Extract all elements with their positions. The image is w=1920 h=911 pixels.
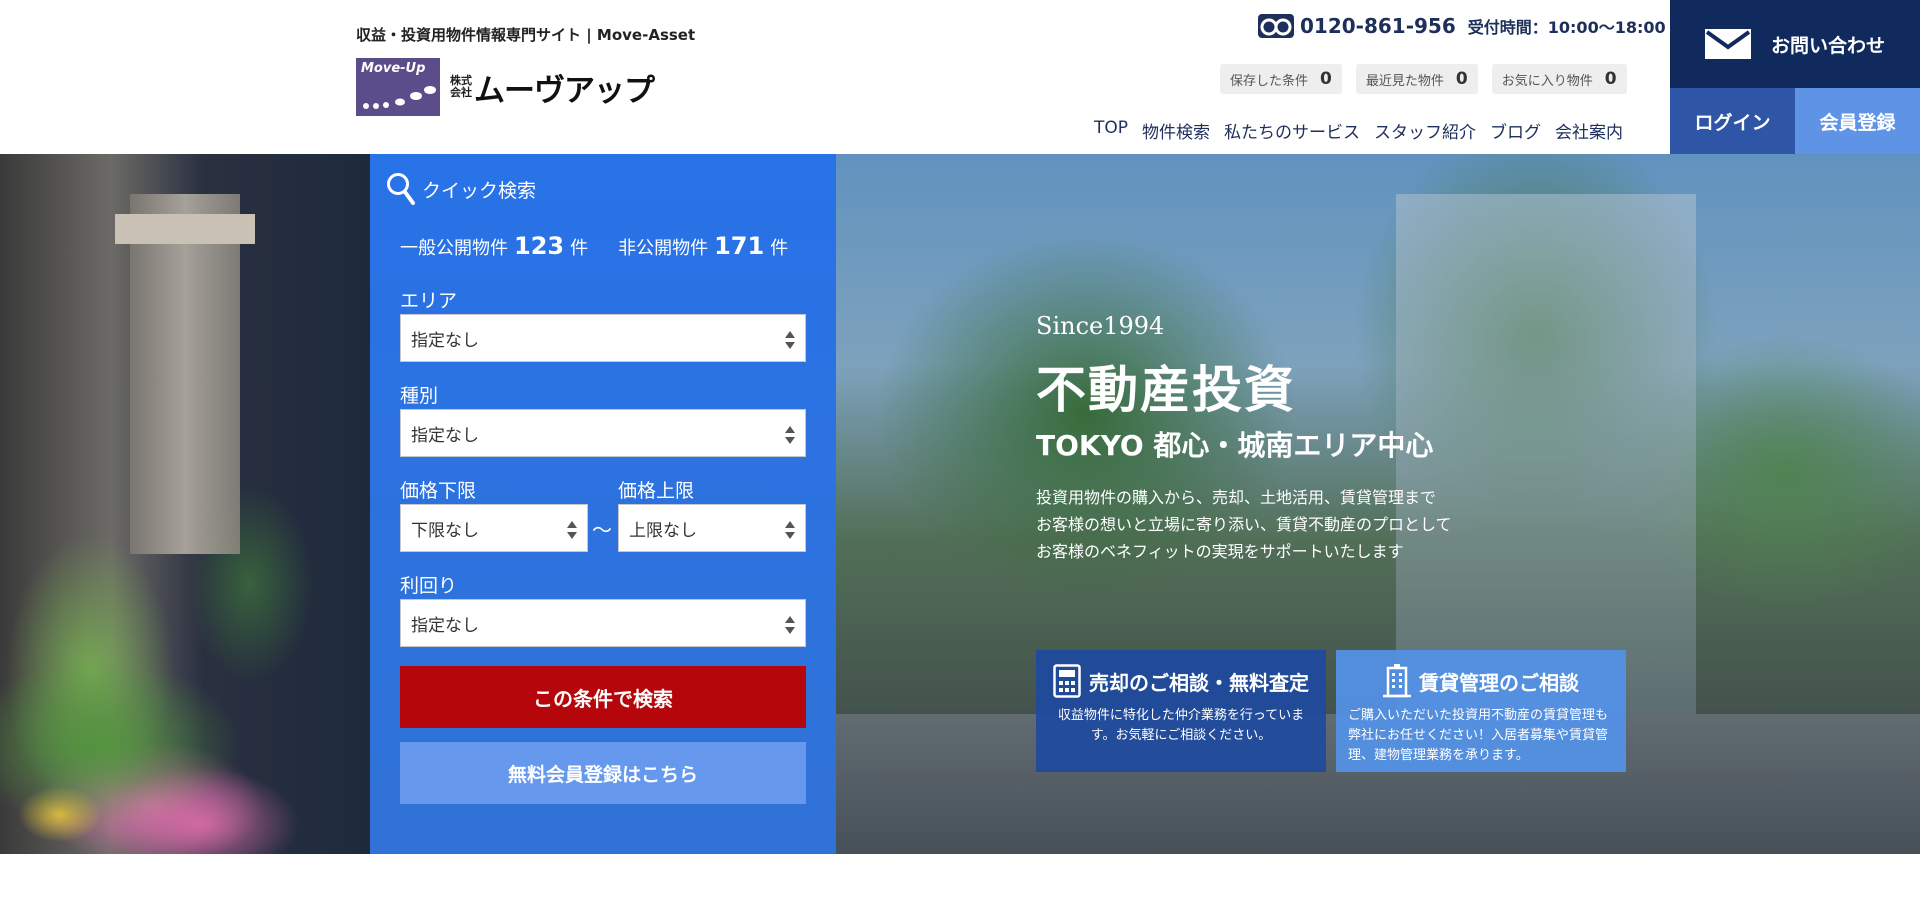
type-label: 種別	[400, 385, 439, 407]
nav-blog[interactable]: ブログ	[1490, 118, 1541, 143]
login-button[interactable]: ログイン	[1670, 88, 1795, 154]
photo-flowers	[0, 584, 370, 854]
select-arrows-icon	[785, 521, 795, 539]
select-arrows-icon	[785, 616, 795, 634]
logo-company-name: ムーヴアップ	[474, 72, 655, 109]
area-label: エリア	[400, 290, 458, 312]
freedial-icon	[1258, 14, 1294, 38]
price-max-select[interactable]: 上限なし	[618, 504, 806, 552]
phone-number[interactable]: 0120-861-956	[1300, 14, 1456, 38]
site-tagline: 収益・投資用物件情報専門サイト | Move-Asset	[356, 26, 696, 44]
rental-management-body: ご購入いただいた投資用不動産の賃貸管理も弊社にお任せください！入居者募集や賃貸管…	[1348, 708, 1609, 763]
price-min-label: 価格下限	[400, 480, 477, 502]
nav-company[interactable]: 会社案内	[1555, 118, 1623, 143]
rental-management-title: 賃貸管理のご相談	[1336, 664, 1626, 698]
nav-top[interactable]: TOP	[1094, 118, 1128, 143]
hero-subheading: TOKYO 都心・城南エリア中心	[1036, 429, 1434, 462]
site-header: 収益・投資用物件情報専門サイト | Move-Asset Move-Up 株式 …	[0, 0, 1920, 154]
public-count: 一般公開物件 123 件	[400, 232, 589, 260]
user-counters: 保存した条件 0 最近見た物件 0 お気に入り物件 0	[1220, 64, 1627, 94]
contact-label: お問い合わせ	[1770, 34, 1885, 57]
recently-viewed-counter[interactable]: 最近見た物件 0	[1355, 64, 1478, 94]
logo-mark-text: Move-Up	[361, 61, 426, 76]
hero-description: 投資用物件の購入から、売却、土地活用、賃貸管理まで お客様の想いと立場に寄り添い…	[1036, 488, 1452, 561]
nav-property-search[interactable]: 物件検索	[1142, 118, 1210, 143]
select-arrows-icon	[567, 521, 577, 539]
logo-name: 株式 会社 ムーヴアップ	[450, 65, 655, 110]
hero-section: クイック検索 一般公開物件 123 件 非公開物件 171 件 エリア 指定なし 種別 …	[0, 154, 1920, 854]
free-register-button[interactable]: 無料会員登録はこちら	[400, 742, 806, 804]
sale-consult-card[interactable]: 売却のご相談・無料査定 収益物件に特化した仲介業務を行っています。お気軽にご相談…	[1036, 650, 1326, 772]
mail-icon	[1704, 29, 1751, 59]
yield-label: 利回り	[400, 575, 458, 597]
price-range-separator: 〜	[592, 518, 612, 542]
logo-dots-icon	[363, 86, 436, 109]
hero-photo-left	[0, 154, 370, 854]
phone-contact[interactable]: 0120-861-956 受付時間：10:00〜18:00	[1258, 14, 1666, 38]
nav-staff[interactable]: スタッフ紹介	[1374, 118, 1476, 143]
photo-pillar-cap	[115, 214, 255, 244]
hero-since: Since1994	[1036, 312, 1165, 340]
main-nav: TOP 物件検索 私たちのサービス スタッフ紹介 ブログ 会社案内	[1094, 118, 1623, 143]
company-logo[interactable]: Move-Up 株式 会社 ムーヴアップ	[356, 58, 655, 116]
price-max-label: 価格上限	[618, 480, 695, 502]
logo-mark: Move-Up	[356, 58, 440, 116]
sale-consult-body: 収益物件に特化した仲介業務を行っています。お気軽にご相談ください。	[1057, 708, 1305, 743]
favorites-counter[interactable]: お気に入り物件 0	[1491, 64, 1627, 94]
select-arrows-icon	[785, 426, 795, 444]
search-submit-button[interactable]: この条件で検索	[400, 666, 806, 728]
select-arrows-icon	[785, 331, 795, 349]
hero-headline: 不動産投資	[1036, 360, 1296, 419]
calculator-icon	[1053, 664, 1081, 698]
contact-button[interactable]: お問い合わせ	[1670, 0, 1920, 88]
property-counts: 一般公開物件 123 件 非公開物件 171 件	[400, 232, 788, 260]
register-button[interactable]: 会員登録	[1795, 88, 1920, 154]
search-icon	[387, 173, 415, 205]
phone-hours: 受付時間：10:00〜18:00	[1467, 18, 1666, 37]
quick-search-panel: クイック検索 一般公開物件 123 件 非公開物件 171 件 エリア 指定なし 種別 …	[370, 154, 836, 854]
sale-consult-title: 売却のご相談・無料査定	[1036, 664, 1326, 698]
price-min-select[interactable]: 下限なし	[400, 504, 588, 552]
saved-conditions-counter[interactable]: 保存した条件 0	[1220, 64, 1342, 94]
area-select[interactable]: 指定なし	[400, 314, 806, 362]
rental-management-card[interactable]: 賃貸管理のご相談 ご購入いただいた投資用不動産の賃貸管理も弊社にお任せください！…	[1336, 650, 1626, 772]
building-icon	[1383, 664, 1411, 698]
type-select[interactable]: 指定なし	[400, 409, 806, 457]
quick-search-title: クイック検索	[386, 172, 536, 206]
private-count: 非公開物件 171 件	[618, 232, 789, 260]
photo-pillar	[130, 194, 240, 554]
nav-services[interactable]: 私たちのサービス	[1224, 118, 1360, 143]
yield-select[interactable]: 指定なし	[400, 599, 806, 647]
logo-kabushiki: 株式 会社	[450, 74, 472, 99]
